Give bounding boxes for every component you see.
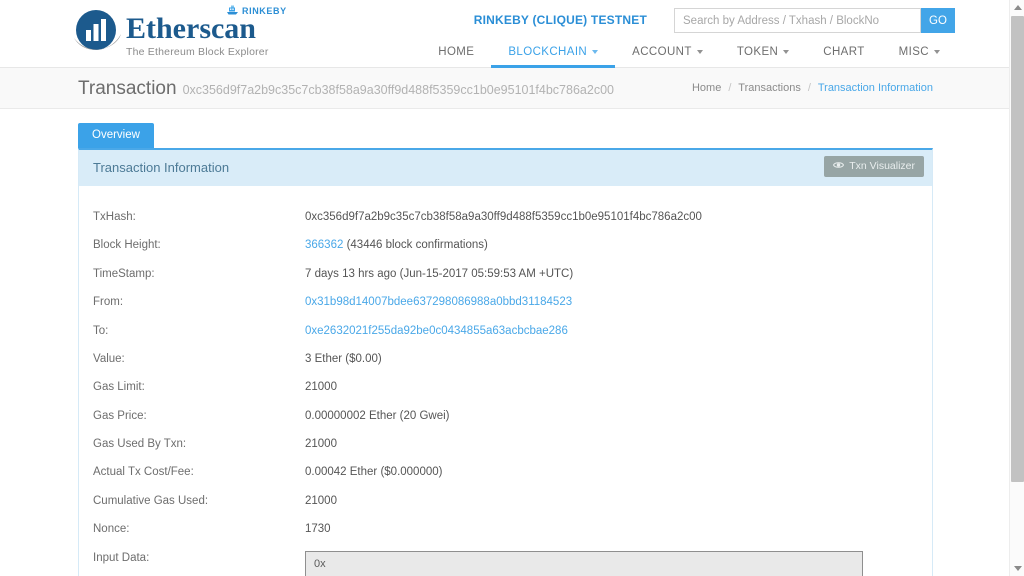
network-name-label: RINKEBY (CLIQUE) TESTNET <box>473 13 647 27</box>
row-value: 7 days 13 hrs ago (Jun-15-2017 05:59:53 … <box>305 267 574 280</box>
panel-title: Transaction Information <box>93 160 230 175</box>
site-header: Etherscan The Ethereum Block Explorer RI… <box>0 0 1009 68</box>
rinkeby-boat-icon <box>226 2 239 20</box>
detail-row-value: Value: 3 Ether ($0.00) <box>79 352 932 366</box>
row-label: Nonce: <box>93 523 130 536</box>
row-value: 21000 <box>305 438 337 450</box>
scroll-up-arrow-icon[interactable] <box>1010 0 1024 15</box>
row-value: 21000 <box>305 381 337 394</box>
block-height-link[interactable]: 366362 <box>305 239 343 251</box>
page-title-bar: Transaction 0xc356d9f7a2b9c35c7cb38f58a9a… <box>0 68 1009 109</box>
nav-label: BLOCKCHAIN <box>508 46 588 58</box>
network-badge-label: RINKEBY <box>242 6 287 16</box>
nav-label: MISC <box>898 46 929 58</box>
row-value: 0.00000002 Ether (20 Gwei) <box>305 409 450 422</box>
detail-row-block-height: Block Height: 366362 (43446 block confir… <box>79 238 932 252</box>
breadcrumb-item-transactions[interactable]: Transactions <box>738 82 801 94</box>
row-value: 3 Ether ($0.00) <box>305 352 382 365</box>
row-label: Block Height: <box>93 239 161 252</box>
detail-row-from: From: 0x31b98d14007bdee637298086988a0bbd… <box>79 295 932 309</box>
row-label: From: <box>93 296 124 309</box>
chevron-down-icon <box>783 50 790 54</box>
row-label: Gas Price: <box>93 409 147 422</box>
row-label: Input Data: <box>93 551 150 564</box>
logo-tagline: The Ethereum Block Explorer <box>126 46 269 58</box>
from-address-link[interactable]: 0x31b98d14007bdee637298086988a0bbd311845… <box>305 296 572 308</box>
breadcrumb-item-current[interactable]: Transaction Information <box>818 82 933 94</box>
txn-visualizer-label: Txn Visualizer <box>849 160 915 172</box>
chevron-down-icon <box>934 50 940 54</box>
page-title-text: Transaction <box>78 78 177 99</box>
row-value: 0xe2632021f255da92be0c0434855a63acbcbae2… <box>305 324 568 338</box>
panel-body: TxHash: 0xc356d9f7a2b9c35c7cb38f58a9a30f… <box>79 186 932 576</box>
row-value: 21000 <box>305 494 337 507</box>
row-value: 0x31b98d14007bdee637298086988a0bbd311845… <box>305 295 572 309</box>
detail-row-gas-limit: Gas Limit: 21000 <box>79 380 932 394</box>
detail-row-input-data: Input Data: <box>79 550 932 576</box>
page-viewport: Etherscan The Ethereum Block Explorer RI… <box>0 0 1009 576</box>
row-value: 366362 (43446 block confirmations) <box>305 238 488 252</box>
txn-visualizer-button[interactable]: Txn Visualizer <box>824 156 924 177</box>
row-label: TxHash: <box>93 211 136 223</box>
nav-label: ACCOUNT <box>632 46 692 58</box>
detail-row-nonce: Nonce: 1730 <box>79 522 932 536</box>
row-value: 0.00042 Ether ($0.000000) <box>305 466 443 479</box>
chevron-down-icon <box>696 50 703 54</box>
row-value: 1730 <box>305 523 331 536</box>
row-label: Cumulative Gas Used: <box>93 494 209 507</box>
nav-item-misc[interactable]: MISC <box>882 37 957 67</box>
row-label: To: <box>93 324 109 337</box>
block-confirmations-text: (43446 block confirmations) <box>343 239 488 252</box>
row-label: Actual Tx Cost/Fee: <box>93 466 194 479</box>
search-go-button[interactable]: GO <box>921 8 955 33</box>
detail-row-tx-cost: Actual Tx Cost/Fee: 0.00042 Ether ($0.00… <box>79 465 932 479</box>
nav-item-home[interactable]: HOME <box>421 37 491 67</box>
nav-item-token[interactable]: TOKEN <box>720 37 806 67</box>
transaction-information-panel: Transaction Information Txn Visualizer T… <box>78 148 933 576</box>
tab-overview[interactable]: Overview <box>78 123 154 148</box>
breadcrumb: Home / Transactions / Transaction Inform… <box>692 82 933 94</box>
detail-row-txhash: TxHash: 0xc356d9f7a2b9c35c7cb38f58a9a30f… <box>79 210 932 224</box>
detail-row-timestamp: TimeStamp: 7 days 13 hrs ago (Jun-15-201… <box>79 267 932 281</box>
detail-row-gas-used: Gas Used By Txn: 21000 <box>79 437 932 451</box>
network-badge: RINKEBY <box>226 2 287 20</box>
breadcrumb-separator: / <box>728 82 732 94</box>
search-input[interactable] <box>674 8 921 33</box>
breadcrumb-item-home[interactable]: Home <box>692 82 721 94</box>
breadcrumb-separator: / <box>807 82 811 94</box>
page-content: Overview Transaction Information Txn Vis… <box>0 109 1009 576</box>
detail-row-cumulative-gas: Cumulative Gas Used: 21000 <box>79 494 932 508</box>
detail-row-gas-price: Gas Price: 0.00000002 Ether (20 Gwei) <box>79 409 932 423</box>
row-value: 0xc356d9f7a2b9c35c7cb38f58a9a30ff9d488f5… <box>305 211 702 223</box>
nav-item-account[interactable]: ACCOUNT <box>615 37 720 67</box>
panel-header: Transaction Information Txn Visualizer <box>79 150 932 186</box>
detail-row-to: To: 0xe2632021f255da92be0c0434855a63acbc… <box>79 324 932 338</box>
chevron-down-icon <box>592 50 599 54</box>
tab-strip: Overview <box>78 123 154 148</box>
input-data-textarea[interactable] <box>305 550 863 576</box>
row-label: Gas Limit: <box>93 381 145 394</box>
main-navigation: HOME BLOCKCHAIN ACCOUNT TOKEN CHART MISC <box>421 37 957 68</box>
nav-label: TOKEN <box>736 46 779 58</box>
scroll-down-arrow-icon[interactable] <box>1010 561 1024 576</box>
nav-label: CHART <box>823 46 865 58</box>
to-address-link[interactable]: 0xe2632021f255da92be0c0434855a63acbcbae2… <box>305 325 568 337</box>
page-scrollbar[interactable] <box>1009 0 1024 576</box>
row-label: Value: <box>93 352 125 365</box>
nav-item-blockchain[interactable]: BLOCKCHAIN <box>491 37 615 68</box>
page-title-hash: 0xc356d9f7a2b9c35c7cb38f58a9a30ff9d488f5… <box>182 83 614 97</box>
etherscan-barchart-logo-icon <box>72 8 124 56</box>
scrollbar-thumb[interactable] <box>1011 16 1024 482</box>
nav-item-chart[interactable]: CHART <box>806 37 881 67</box>
page-title: Transaction 0xc356d9f7a2b9c35c7cb38f58a9a… <box>78 78 614 100</box>
row-label: TimeStamp: <box>93 267 155 280</box>
nav-label: HOME <box>438 46 475 58</box>
eye-icon <box>833 160 845 172</box>
row-label: Gas Used By Txn: <box>93 438 187 450</box>
site-logo[interactable]: Etherscan The Ethereum Block Explorer RI… <box>72 5 286 58</box>
